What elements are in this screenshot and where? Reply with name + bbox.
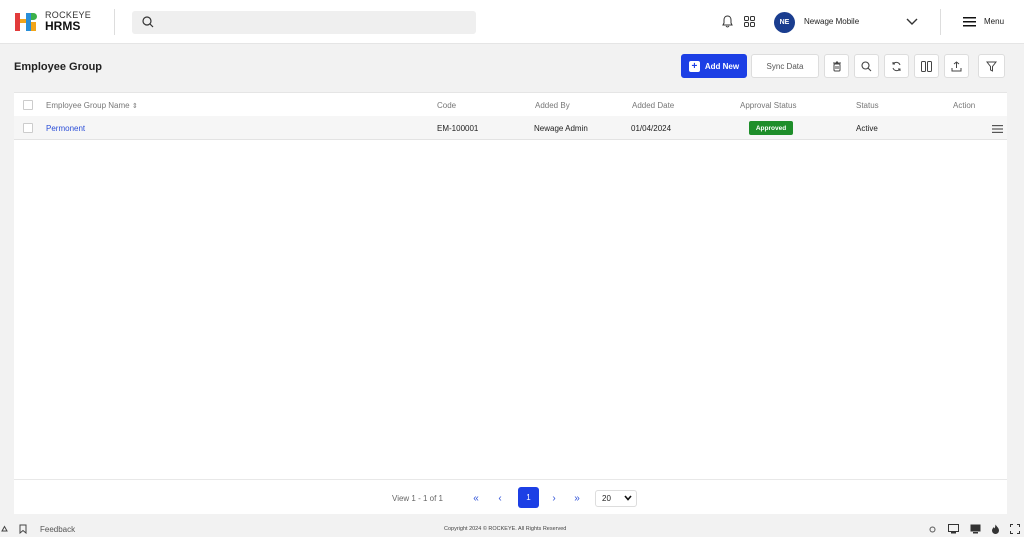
next-page-button[interactable]: ›	[545, 489, 563, 507]
refresh-button[interactable]	[884, 54, 909, 78]
hamburger-menu-icon[interactable]	[963, 17, 976, 27]
search-icon	[861, 60, 872, 71]
filter-button[interactable]	[978, 54, 1005, 78]
data-table-card: Employee Group Name ⇕ Code Added By Adde…	[14, 92, 1007, 514]
fire-icon[interactable]	[991, 524, 1000, 534]
table-header: Employee Group Name ⇕ Code Added By Adde…	[14, 92, 1007, 116]
logo-mark-icon	[15, 10, 37, 32]
fullscreen-icon[interactable]	[1010, 524, 1020, 534]
app-logo[interactable]: ROCKEYE HRMS	[15, 10, 91, 32]
apps-grid-icon[interactable]	[744, 16, 755, 27]
monitor-icon[interactable]	[970, 524, 981, 534]
page-size-select[interactable]: 20	[595, 490, 637, 507]
sync-data-button[interactable]: Sync Data	[751, 54, 819, 78]
copyright-text: Copyright 2024 © ROCKEYE. All Rights Res…	[444, 526, 567, 532]
column-header-added-by: Added By	[535, 101, 570, 110]
added-date-cell: 01/04/2024	[631, 124, 672, 133]
bookmark-icon[interactable]	[19, 524, 27, 534]
plus-icon: +	[688, 60, 700, 72]
pagination-summary: View 1 - 1 of 1	[392, 494, 443, 503]
column-header-added-date: Added Date	[632, 101, 675, 110]
added-by-cell: Newage Admin	[534, 124, 588, 133]
code-cell: EM-100001	[437, 124, 479, 133]
last-page-button[interactable]: »	[568, 489, 586, 507]
select-all-checkbox[interactable]	[23, 100, 33, 110]
chevron-down-icon	[624, 495, 632, 501]
global-search[interactable]	[132, 11, 476, 34]
bell-icon[interactable]	[722, 15, 733, 28]
screen-icon[interactable]	[948, 524, 959, 534]
user-name[interactable]: Newage Mobile	[804, 17, 859, 26]
search-input[interactable]	[162, 11, 462, 34]
column-header-action: Action	[953, 101, 976, 110]
employee-group-name-link[interactable]: Permonent	[46, 124, 85, 133]
first-page-button[interactable]: «	[467, 489, 485, 507]
filter-icon	[986, 61, 997, 72]
user-avatar[interactable]: NE	[774, 12, 795, 33]
row-action-menu-icon[interactable]	[992, 125, 1003, 133]
page-size-value: 20	[602, 494, 611, 503]
approval-status-badge: Approved	[749, 121, 793, 135]
page-title: Employee Group	[14, 61, 103, 73]
export-button[interactable]	[944, 54, 969, 78]
search-button[interactable]	[854, 54, 879, 78]
sort-icon[interactable]: ⇕	[132, 103, 138, 110]
add-new-button[interactable]: + Add New	[681, 54, 747, 78]
column-header-employee-group-name[interactable]: Employee Group Name ⇕	[46, 101, 138, 110]
add-new-label: Add New	[704, 61, 740, 71]
trash-icon	[832, 61, 841, 71]
settings-dot-icon[interactable]	[929, 526, 936, 533]
divider	[940, 9, 941, 35]
page-number-button[interactable]: 1	[518, 487, 539, 508]
recycle-icon[interactable]	[0, 525, 9, 534]
columns-button[interactable]	[914, 54, 939, 78]
upload-icon	[951, 60, 962, 71]
feedback-link[interactable]: Feedback	[40, 525, 75, 534]
column-header-code: Code	[437, 101, 457, 110]
chevron-down-icon[interactable]	[906, 18, 918, 26]
table-row: Permonent EM-100001 Newage Admin 01/04/2…	[14, 116, 1007, 140]
status-bar: Feedback Copyright 2024 © ROCKEYE. All R…	[0, 521, 1024, 537]
pagination-bar: View 1 - 1 of 1 « ‹ 1 › » 20	[14, 479, 1007, 514]
column-header-approval-status: Approval Status	[740, 101, 797, 110]
logo-product: HRMS	[45, 19, 81, 33]
refresh-icon	[892, 61, 901, 71]
status-cell: Active	[856, 124, 878, 133]
delete-button[interactable]	[824, 54, 849, 78]
divider	[114, 9, 115, 35]
prev-page-button[interactable]: ‹	[491, 489, 509, 507]
menu-button[interactable]: Menu	[984, 17, 1004, 26]
column-header-status: Status	[856, 101, 879, 110]
top-bar: ROCKEYE HRMS NE Newage Mobile Menu	[0, 0, 1024, 44]
row-checkbox[interactable]	[23, 123, 33, 133]
search-icon	[142, 16, 154, 28]
columns-icon	[921, 60, 932, 72]
